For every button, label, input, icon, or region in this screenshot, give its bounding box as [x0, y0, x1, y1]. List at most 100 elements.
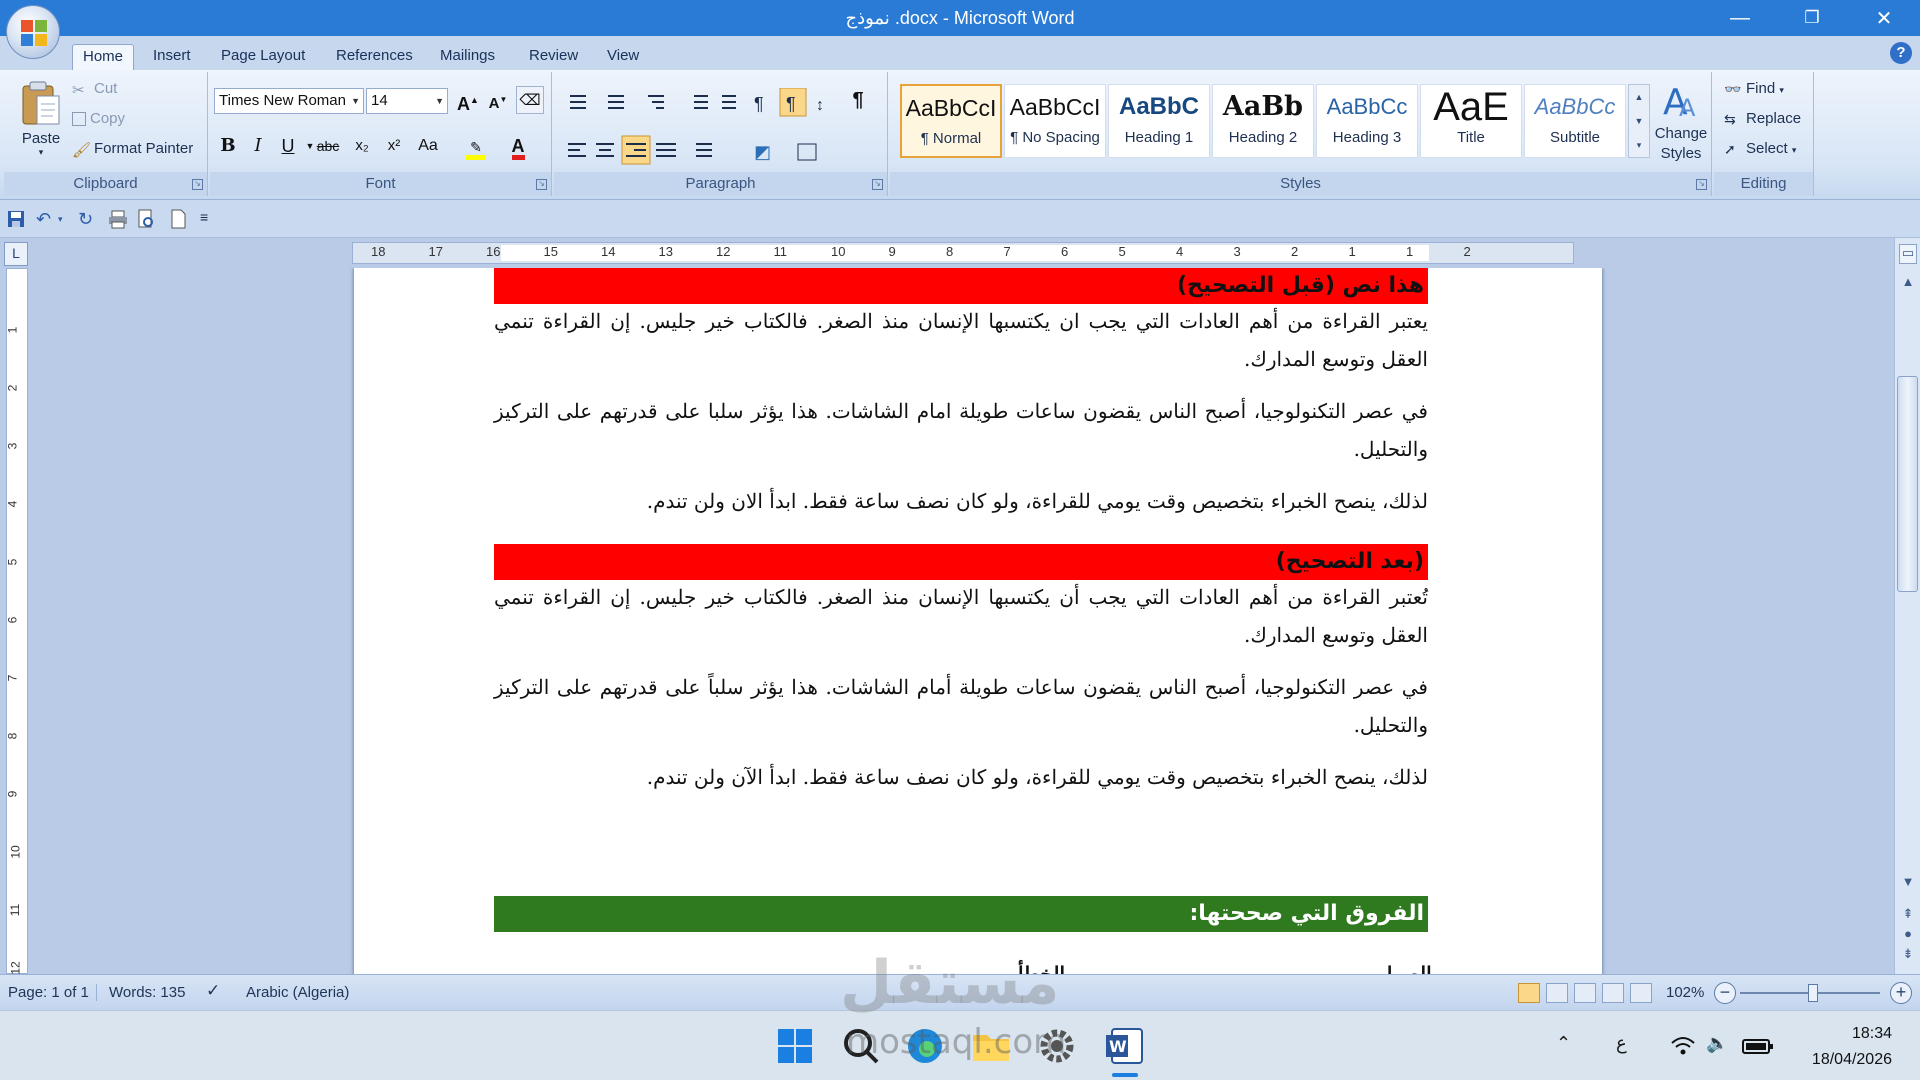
restore-button[interactable]: ❐	[1776, 0, 1848, 36]
tab-view[interactable]: View	[597, 44, 649, 70]
input-language-indicator[interactable]: ع	[1616, 1033, 1627, 1054]
battery-icon[interactable]	[1742, 1037, 1774, 1055]
paragraph-launcher-icon[interactable]: ↘	[872, 179, 883, 190]
zoom-in-button[interactable]: +	[1890, 982, 1912, 1004]
style-heading-1[interactable]: AaBbC Heading 1	[1108, 84, 1210, 158]
close-button[interactable]: ✕	[1848, 0, 1920, 36]
subscript-button[interactable]: x₂	[348, 132, 376, 160]
zoom-slider-handle[interactable]	[1808, 984, 1818, 1002]
paste-button[interactable]: Paste ▾	[10, 76, 72, 164]
ruler-tick-label: 11	[773, 244, 788, 259]
print-preview-icon[interactable]	[136, 209, 156, 229]
font-color-button[interactable]: A	[504, 132, 532, 160]
styles-launcher-icon[interactable]: ↘	[1696, 179, 1707, 190]
ruler-toggle-icon[interactable]: ▭	[1899, 244, 1917, 264]
vertical-scrollbar[interactable]: ▭ ▲ ▼ ⇞ ● ⇟	[1894, 238, 1920, 974]
copy-button[interactable]: Copy	[72, 110, 125, 127]
style-heading-2[interactable]: AaBb Heading 2	[1212, 84, 1314, 158]
paintbrush-icon: 🖌	[72, 142, 92, 160]
vertical-ruler[interactable]: 1 2 3 4 5 6 7 8 9 10 11 12	[5, 268, 28, 975]
undo-icon[interactable]: ↶	[36, 209, 56, 229]
style-normal[interactable]: AaBbCcI ¶ Normal	[900, 84, 1002, 158]
style-heading-3[interactable]: AaBbCc Heading 3	[1316, 84, 1418, 158]
style-subtitle[interactable]: AaBbCc Subtitle	[1524, 84, 1626, 158]
web-layout-icon[interactable]	[1574, 983, 1596, 1003]
select-browse-object-icon[interactable]: ●	[1899, 926, 1917, 941]
minimize-button[interactable]: —	[1704, 0, 1776, 36]
next-page-icon[interactable]: ⇟	[1899, 946, 1917, 962]
help-icon[interactable]: ?	[1890, 42, 1912, 64]
repeat-icon[interactable]: ↻	[78, 209, 98, 229]
print-icon[interactable]	[108, 209, 128, 229]
editing-group-label: Editing	[1714, 172, 1813, 196]
numbering-icon	[608, 95, 624, 109]
proofing-icon[interactable]: ✓	[206, 981, 220, 1001]
tab-references[interactable]: References	[326, 44, 423, 70]
editing-group: 👓 Find ▾ ⇆ Replace ➚ Select ▾ Editing	[1714, 72, 1814, 196]
italic-button[interactable]: I	[244, 132, 272, 160]
print-layout-view-icon[interactable]	[1518, 983, 1540, 1003]
style-name: ¶ No Spacing	[1010, 129, 1100, 146]
tab-page-layout[interactable]: Page Layout	[211, 44, 315, 70]
font-launcher-icon[interactable]: ↘	[536, 179, 547, 190]
grow-font-button[interactable]: A▲	[454, 86, 482, 114]
show-hidden-icons-chevron-icon[interactable]: ⌃	[1556, 1033, 1571, 1054]
before-paragraph-3: لذلك، ينصح الخبراء بتخصيص وقت يومي للقرا…	[646, 489, 1428, 513]
tab-selector-button[interactable]: L	[4, 242, 28, 266]
new-document-icon[interactable]	[168, 209, 188, 229]
word-app-icon[interactable]: W	[1104, 1025, 1146, 1067]
horizontal-ruler[interactable]: 18 17 16 15 14 13 12 11 10 9 8 7 6 5 4 3 2 1 1 2	[352, 242, 1574, 264]
document-page[interactable]: هذا نص (قبل التصحيح) يعتبر القراءة من أه…	[354, 268, 1602, 974]
wifi-icon[interactable]	[1670, 1035, 1696, 1057]
replace-icon: ⇆	[1724, 111, 1736, 128]
outline-view-icon[interactable]	[1602, 983, 1624, 1003]
scroll-down-icon[interactable]: ▼	[1899, 874, 1917, 889]
style-title[interactable]: AaE Title	[1420, 84, 1522, 158]
tab-mailings[interactable]: Mailings	[430, 44, 505, 70]
zoom-out-button[interactable]: −	[1714, 982, 1736, 1004]
clock-date: 18/04/2026	[1811, 1051, 1892, 1068]
change-case-button[interactable]: Aa	[414, 132, 442, 160]
font-name-combo[interactable]: Times New Roman ▼	[214, 88, 364, 114]
font-size-combo[interactable]: 14 ▼	[366, 88, 448, 114]
ruler-text-area	[501, 245, 1429, 261]
undo-dropdown-icon[interactable]: ▾	[58, 214, 78, 234]
language-indicator[interactable]: Arabic (Algeria)	[246, 984, 349, 1001]
word-count[interactable]: Words: 135	[96, 984, 185, 1001]
change-styles-button[interactable]: A A Change Styles	[1654, 78, 1708, 164]
style-no-spacing[interactable]: AaBbCcI ¶ No Spacing	[1004, 84, 1106, 158]
format-painter-button[interactable]: 🖌 Format Painter	[72, 140, 193, 160]
office-button[interactable]	[6, 5, 60, 59]
scroll-thumb[interactable]	[1897, 376, 1918, 592]
tab-review[interactable]: Review	[519, 44, 588, 70]
find-button[interactable]: 👓 Find ▾	[1724, 80, 1784, 97]
select-button[interactable]: ➚ Select ▾	[1724, 140, 1796, 157]
strikethrough-button[interactable]: abc	[314, 132, 342, 160]
draft-view-icon[interactable]	[1630, 983, 1652, 1003]
save-icon[interactable]	[6, 209, 26, 229]
clear-formatting-button[interactable]: ⌫	[516, 86, 544, 114]
superscript-button[interactable]: x²	[380, 132, 408, 160]
cut-button[interactable]: ✂ Cut	[72, 80, 117, 99]
zoom-level[interactable]: 102%	[1666, 984, 1704, 1001]
page-count[interactable]: Page: 1 of 1	[8, 984, 89, 1001]
bold-button[interactable]: B	[214, 132, 242, 160]
full-screen-reading-icon[interactable]	[1546, 983, 1568, 1003]
customize-toolbar-icon[interactable]: ≡	[200, 209, 220, 229]
highlight-button[interactable]: ✎	[462, 132, 490, 160]
show-formatting-marks-button[interactable]: ¶	[844, 86, 872, 114]
volume-icon[interactable]: 🔈	[1706, 1033, 1728, 1054]
decrease-indent-icon	[694, 95, 708, 109]
tab-home[interactable]: Home	[72, 44, 135, 70]
scroll-up-icon[interactable]: ▲	[1899, 274, 1917, 289]
tab-insert[interactable]: Insert	[143, 44, 201, 70]
previous-page-icon[interactable]: ⇞	[1899, 906, 1917, 922]
ribbon: Paste ▾ ✂ Cut Copy 🖌 Format Painter Clipbo…	[0, 70, 1920, 200]
replace-button[interactable]: ⇆ Replace	[1724, 110, 1801, 127]
windows-start-icon[interactable]	[774, 1025, 816, 1067]
styles-gallery-scroll[interactable]: ▲ ▼ ▾	[1628, 84, 1650, 158]
shrink-font-button[interactable]: A▼	[484, 86, 512, 114]
clipboard-launcher-icon[interactable]: ↘	[192, 179, 203, 190]
vruler-tick-label: 11	[8, 903, 23, 917]
system-clock[interactable]: 18:34 18/04/2026	[1812, 1021, 1892, 1073]
